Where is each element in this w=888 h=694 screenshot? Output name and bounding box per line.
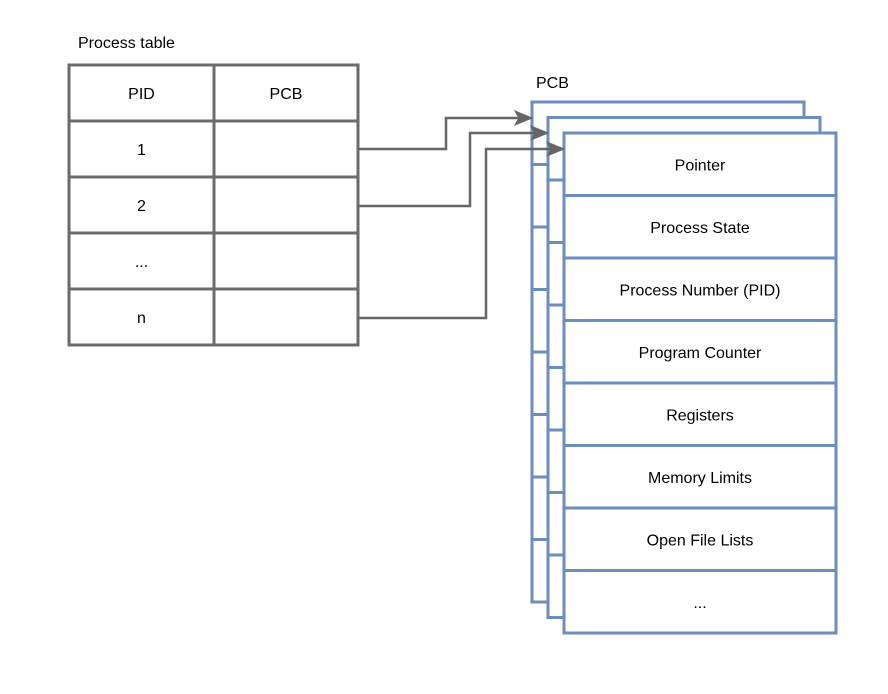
pcb-cell [212, 231, 360, 291]
pid-value: 2 [137, 198, 146, 215]
pcb-cell [212, 175, 360, 235]
pcb-cell [212, 287, 360, 347]
process-table: PID PCB 1 2... n [67, 63, 360, 347]
table-header-pcb: PCB [270, 86, 303, 103]
pcb-field-label: Memory Limits [648, 470, 752, 487]
pcb-stack: Pointer Process State Process Number (PID)… [530, 100, 838, 635]
pid-value: ... [135, 254, 148, 271]
pcb-field-label: Process Number (PID) [620, 282, 781, 299]
pcb-card-front: Pointer Process State Process Number (PID)… [562, 131, 838, 635]
pcb-cell [212, 119, 360, 179]
pcb-field-label: Process State [650, 220, 750, 237]
pcb-diagram: Process table PID PCB 1 2... n PCB Pointer Pr… [67, 35, 838, 635]
table-header-pid: PID [128, 86, 155, 103]
process-table-title: Process table [78, 35, 175, 52]
pcb-field-label: ... [693, 595, 706, 612]
pcb-field-label: Pointer [675, 157, 726, 174]
pcb-field-label: Open File Lists [647, 532, 754, 549]
pid-value: n [137, 310, 146, 327]
pcb-title: PCB [536, 75, 569, 92]
pid-value: 1 [137, 142, 146, 159]
arrow-row-n [358, 147, 552, 320]
pcb-field-label: Registers [666, 407, 734, 424]
pcb-field-label: Program Counter [639, 345, 762, 362]
